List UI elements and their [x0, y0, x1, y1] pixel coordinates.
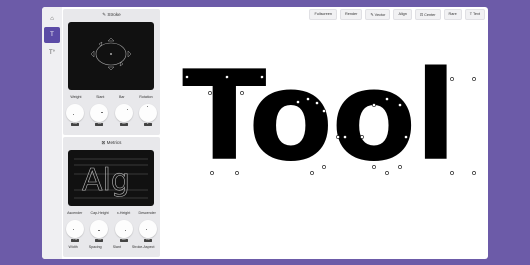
- metrics-panel-title: Metrics: [106, 140, 122, 145]
- center-label: Center: [424, 13, 436, 17]
- label-spacing: Spacing: [88, 245, 102, 249]
- rare-button[interactable]: Rare: [443, 9, 462, 20]
- label-ascender: Ascender: [67, 211, 83, 215]
- ascender-value: 714: [71, 239, 80, 242]
- vector-label: Vector: [374, 13, 386, 17]
- align-button[interactable]: Align: [393, 9, 412, 20]
- label-x-height: x-Height: [116, 211, 131, 215]
- metrics-preview[interactable]: Alg: [68, 150, 154, 206]
- weight-knob[interactable]: 100: [66, 104, 85, 126]
- metrics-knob-labels-top: Ascender Cap-Height x-Height Descender: [63, 211, 160, 215]
- fullscreen-button[interactable]: Fullscreen: [309, 9, 337, 20]
- weight-value: 100: [71, 123, 80, 126]
- glyph-control-points: [185, 75, 476, 175]
- text-label: Text: [473, 12, 480, 16]
- knob-label-rotation: Rotation: [139, 95, 153, 99]
- vector-button[interactable]: ✎ Vector: [365, 9, 391, 20]
- slant-value: 100: [95, 123, 104, 126]
- text-tool-icon[interactable]: T: [44, 27, 60, 43]
- metrics-icon: ⊠: [101, 140, 106, 145]
- label-stroke-aspect: Stroke-Aspect: [131, 245, 155, 249]
- label-cap-height: Cap-Height: [90, 211, 109, 215]
- metrics-panel-header: ⊠ Metrics: [63, 140, 160, 146]
- center-button[interactable]: ⊡ Center: [414, 9, 441, 20]
- knob-label-slant: Slant: [96, 95, 105, 99]
- stroke-panel-header: ✎ Stroke: [63, 12, 160, 18]
- label-descender: Descender: [138, 211, 156, 215]
- slant-knob[interactable]: 100: [90, 104, 109, 126]
- metrics-knob-labels-bottom: Width Spacing Slant Stroke-Aspect: [63, 245, 160, 249]
- ascender-knob[interactable]: 714: [66, 220, 85, 242]
- metrics-knobs: 714 700 500 200: [63, 220, 160, 242]
- pen-icon: ✎: [102, 12, 107, 17]
- cap-height-value: 700: [95, 239, 104, 242]
- x-height-value: 500: [119, 239, 128, 242]
- home-icon[interactable]: ⌂: [44, 11, 60, 27]
- metrics-preview-text: Alg: [82, 163, 130, 198]
- knob-label-bar: Bar: [119, 95, 125, 99]
- label-width: Width: [68, 245, 78, 249]
- rotation-knob[interactable]: 0°: [138, 104, 157, 126]
- descender-value: 200: [143, 239, 152, 242]
- top-toolbar: Fullscreen Render ✎ Vector Align ⊡ Cente…: [309, 9, 485, 20]
- rare-label: Rare: [448, 12, 457, 16]
- text-style-icon[interactable]: T°: [44, 45, 60, 61]
- home-glyph: ⌂: [50, 16, 54, 22]
- stroke-preview[interactable]: [68, 22, 154, 90]
- render-button[interactable]: Render: [339, 9, 363, 20]
- rotation-value: 0°: [143, 123, 152, 126]
- knob-label-weight: Weight: [70, 95, 82, 99]
- fullscreen-label: Fullscreen: [314, 12, 332, 16]
- stroke-preview-graphic: [90, 37, 132, 71]
- descender-knob[interactable]: 200: [138, 220, 157, 242]
- stroke-panel: ✎ Stroke Weight Slant Bar Rotation 100 1…: [63, 9, 160, 135]
- align-label: Align: [398, 12, 407, 16]
- render-label: Render: [344, 12, 358, 16]
- text-style-glyph: T°: [48, 50, 56, 56]
- stroke-knobs: 100 100 100 0°: [63, 104, 160, 126]
- stroke-panel-title: Stroke: [107, 12, 121, 17]
- tool-rail: ⌂ T T°: [42, 7, 62, 259]
- stroke-knob-labels: Weight Slant Bar Rotation: [63, 95, 160, 99]
- metrics-preview-graphic: Alg: [74, 158, 148, 198]
- bar-knob[interactable]: 100: [114, 104, 133, 126]
- text-button[interactable]: T Text: [464, 9, 485, 20]
- bar-value: 100: [119, 123, 128, 126]
- app-window: ⌂ T T° ✎ Stroke Weight Slant Bar Rotatio…: [42, 7, 488, 259]
- cap-height-knob[interactable]: 700: [90, 220, 109, 242]
- label-slant: Slant: [112, 245, 121, 249]
- text-tool-glyph: T: [50, 32, 54, 38]
- x-height-knob[interactable]: 500: [114, 220, 133, 242]
- glyph-canvas[interactable]: Tool: [182, 55, 482, 185]
- metrics-panel: ⊠ Metrics Alg Ascender Cap-Height x-Heig…: [63, 137, 160, 257]
